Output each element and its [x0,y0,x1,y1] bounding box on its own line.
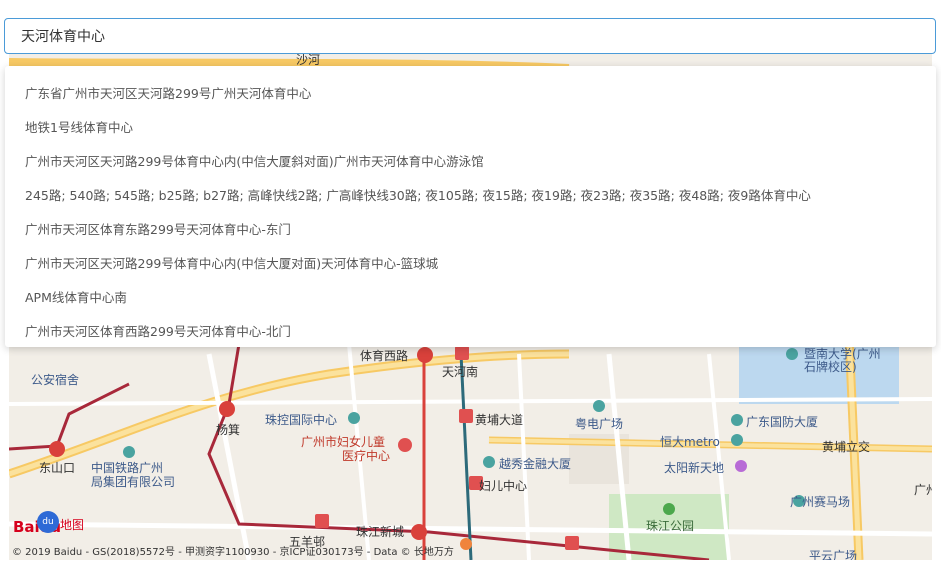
map-label-shipai: 石牌校区) [804,360,857,374]
suggestion-item[interactable]: 广东省广州市天河区天河路299号广州天河体育中心 [5,77,936,111]
suggestion-item[interactable]: 广州市天河区体育西路299号天河体育中心-北门 [5,315,936,349]
map-label-zhujianggongyuan: 珠江公园 [646,519,695,533]
station-marker [417,347,433,363]
map-label-gongan: 公安宿舍 [31,373,80,387]
map-label-zhukong: 珠控国际中心 [265,413,338,427]
map-label-tiyuxilu: 体育西路 [360,349,409,363]
station-marker [411,524,427,540]
map-label-fuerzhongxin: 妇儿中心 [479,479,528,493]
baidu-map-text: 地图 [60,518,85,532]
suggestion-list: 广东省广州市天河区天河路299号广州天河体育中心 地铁1号线体育中心 广州市天河… [5,66,936,347]
suggestion-item[interactable]: APM线体育中心南 [5,281,936,315]
station-marker [49,441,65,457]
map-label-pingyun: 平云广场 [809,549,858,560]
suggestion-item[interactable]: 广州市天河区天河路299号体育中心内(中信大厦对面)天河体育中心-篮球城 [5,247,936,281]
map-label-dongshankou: 东山口 [39,461,76,475]
station-marker [459,409,473,423]
station-marker [315,514,329,528]
map-label-huangpudadao: 黄埔大道 [475,413,524,427]
map-label-zhujiangxincheng: 珠江新城 [356,525,405,539]
map-label-guangdongguofang: 广东国防大厦 [746,415,819,429]
suggestion-item[interactable]: 广州市天河区天河路299号体育中心内(中信大厦斜对面)广州市天河体育中心游泳馆 [5,145,936,179]
map-label-saima: 广州赛马场 [790,495,851,509]
map-label-fuyou-2: 医疗中心 [342,449,391,463]
map-label-huangpulijiao: 黄埔立交 [822,440,871,454]
map-label-tianhenan: 天河南 [442,365,479,379]
suggestion-item[interactable]: 广州市天河区体育东路299号天河体育中心-东门 [5,213,936,247]
map-label-hengdajin: 恒大metro [660,435,720,449]
map-label-yuedian: 粤电广场 [575,417,624,431]
station-marker [565,536,579,550]
station-marker [219,401,235,417]
map-label-taiyang: 太阳新天地 [664,461,725,475]
baidu-paw-icon: du [37,511,59,533]
map-label-guang: 广州 [914,483,932,497]
suggestion-item[interactable]: 地铁1号线体育中心 [5,111,936,145]
map-label-yangji: 杨箕 [216,423,241,437]
map-copyright: © 2019 Baidu - GS(2018)5572号 - 甲测资字11009… [12,547,454,558]
map-label-tielu-2: 局集团有限公司 [91,475,176,489]
suggestion-item[interactable]: 245路; 540路; 545路; b25路; b27路; 高峰快线2路; 广高… [5,179,936,213]
search-input[interactable] [4,18,936,54]
map-label-yuexiu: 越秀金融大厦 [499,457,572,471]
